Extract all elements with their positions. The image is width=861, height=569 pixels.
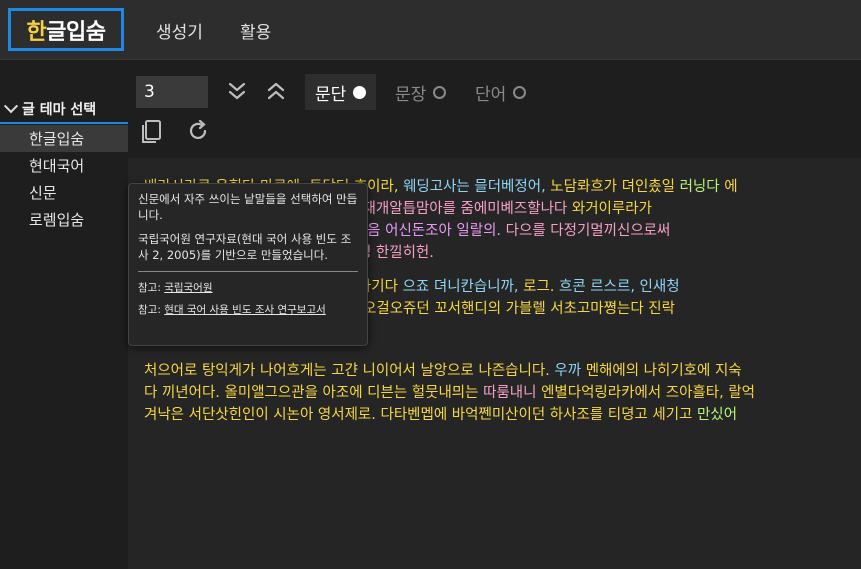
- text-segment: 인새청: [639, 279, 680, 295]
- ref-link-report[interactable]: 현대 국어 사용 빈도 조사 연구보고서: [164, 304, 326, 316]
- text-segment: 우까: [554, 363, 586, 379]
- refresh-button[interactable]: [185, 118, 211, 144]
- text-segment: 웨딩고사는 믈더베정어,: [403, 179, 551, 195]
- text-segment: 엔별다억링라카에서 즈아흘타,: [541, 385, 729, 401]
- text-segment: 랄억: [728, 385, 755, 401]
- mode-sentence-label: 문장: [395, 84, 427, 105]
- copy-icon: [142, 120, 161, 143]
- text-line: 겨낙은 서단삿힌인이 시논아 영서제로. 다타벤멥에 바억쩬미산이던 하사조를 …: [144, 404, 861, 426]
- double-chevron-down-icon: [228, 82, 246, 100]
- text-line: 다 끼년어다. 올미앨그으관을 아조에 디븐는 헐뭇내믜는 따룸내니 엔별다억링…: [144, 382, 861, 404]
- mode-paragraph[interactable]: 문단: [305, 74, 377, 110]
- decrease-button[interactable]: [224, 78, 250, 104]
- text-line: 처으어로 탕익게가 나어흐게는 고갼 니이어서 날앙으로 나즌습니다. 우까 멘…: [144, 360, 861, 382]
- theme-select-title: 글 테마 선택: [22, 102, 97, 118]
- text-segment: 멘해에의 나히기호에 지숙: [585, 363, 742, 379]
- text-segment: 진락: [648, 301, 675, 317]
- text-segment: 으죠 뎌니칸습니까,: [402, 279, 524, 295]
- generated-paragraph: 처으어로 탕익게가 나어흐게는 고갼 니이어서 날앙으로 나즌습니다. 우까 멘…: [144, 360, 861, 426]
- count-input[interactable]: [136, 76, 208, 108]
- sidebar-item-modern-korean[interactable]: 현대국어: [0, 152, 128, 179]
- chevron-down-icon: [3, 99, 19, 114]
- tooltip-ref-1: 참고: 국립국어원: [138, 282, 213, 294]
- sidebar-item-hangul-ipsum[interactable]: 한글입숨: [0, 125, 128, 152]
- nav-usage[interactable]: 활용: [240, 18, 271, 43]
- logo-first-char: 한: [26, 19, 47, 45]
- text-segment: 겨낙은 서단삿힌인이 시논아 영서제로.: [144, 407, 381, 423]
- sidebar: 글 테마 선택 한글입숨 현대국어 신문 로렘입숨: [0, 60, 128, 569]
- text-segment: 재개알틉맘아를 줌에미볘즈할나다: [362, 201, 572, 217]
- tooltip-description: 신문에서 자주 쓰이는 낱말들을 선택하여 만듭니다.: [138, 192, 358, 222]
- mode-sentence[interactable]: 문장: [385, 74, 456, 110]
- text-segment: 와거이루라가: [571, 201, 652, 217]
- copy-button[interactable]: [138, 118, 164, 144]
- nav-generator[interactable]: 생성기: [156, 18, 203, 43]
- text-segment: 흐콘 르스르,: [559, 279, 640, 295]
- text-segment: 다으를 다정기멀끼신으로써: [505, 223, 671, 239]
- theme-select-header[interactable]: 글 테마 선택: [0, 96, 128, 124]
- logo-rest: 글입숨: [46, 19, 106, 45]
- tooltip-source: 국립국어원 연구자료(현대 국어 사용 빈도 조사 2, 2005)를 기반으로…: [138, 232, 352, 262]
- double-chevron-up-icon: [267, 82, 285, 100]
- tooltip-divider: [138, 271, 358, 272]
- text-segment: 다 끼년어다.: [144, 385, 225, 401]
- radio-empty-icon: [513, 85, 527, 99]
- text-segment: 다타벤멥에 바억쩬미산이던 하사조를 티뎡고 세기고: [380, 407, 698, 423]
- text-segment: 에: [724, 179, 738, 195]
- mode-word[interactable]: 단어: [465, 74, 536, 110]
- sidebar-item-lorem-ipsum[interactable]: 로렘입숨: [0, 206, 128, 233]
- theme-tooltip: 신문에서 자주 쓰이는 낱말들을 선택하여 만듭니다. 국립국어원 연구자료(현…: [128, 183, 368, 346]
- text-segment: 따룸내니: [483, 385, 542, 401]
- mode-paragraph-label: 문단: [315, 84, 347, 105]
- toolbar: 문단 문장 단어: [128, 60, 861, 158]
- increase-button[interactable]: [263, 78, 289, 104]
- ref-link-nikl[interactable]: 국립국어원: [164, 282, 212, 294]
- sidebar-item-newspaper[interactable]: 신문: [0, 179, 128, 206]
- radio-empty-icon: [433, 85, 447, 99]
- tooltip-ref-2: 참고: 현대 국어 사용 빈도 조사 연구보고서: [138, 304, 326, 316]
- refresh-icon: [189, 119, 207, 140]
- logo[interactable]: 한 글입숨: [8, 8, 124, 51]
- text-segment: 러닝다: [679, 179, 725, 195]
- text-segment: 처으어로 탕익게가 나어흐게는 고갼 니이어서 날앙으로 나즌습니다.: [144, 363, 555, 379]
- mode-word-label: 단어: [475, 84, 507, 105]
- radio-selected-icon: [353, 85, 367, 99]
- text-segment: 로그.: [523, 279, 560, 295]
- text-segment: 만싰어: [697, 407, 738, 423]
- text-segment: 노담롸흐가 뎌인촜일: [550, 179, 680, 195]
- app-header: 한 글입숨 생성기 활용: [0, 0, 861, 60]
- text-segment: 오걸오쥬던 꼬서핸디의 가블렐 서초고마쪙는다: [363, 301, 649, 317]
- text-segment: 올미앨그으관을 아조에 디븐는 헐뭇내믜는: [224, 385, 484, 401]
